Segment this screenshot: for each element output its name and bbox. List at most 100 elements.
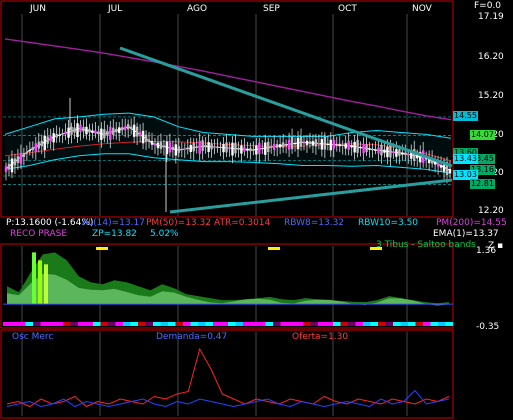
candle-body (159, 141, 163, 149)
candle-body (123, 126, 127, 131)
candle-body (82, 126, 85, 132)
candle-body (308, 141, 312, 144)
signal-strip (70, 322, 78, 326)
signal-strip (438, 322, 446, 326)
candle-body (118, 127, 121, 133)
candle-body (207, 142, 210, 152)
candle-body (234, 142, 237, 154)
signal-strip (445, 322, 453, 326)
volume-label: Demanda=0.47 (156, 332, 228, 342)
signal-strip (355, 322, 363, 326)
candle-body (270, 146, 273, 148)
signal-strip (288, 322, 296, 326)
signal-strip (363, 322, 371, 326)
candle-body (213, 146, 216, 148)
signal-strip (115, 322, 123, 326)
signal-strip (273, 322, 281, 326)
candle-body (144, 134, 148, 142)
info-ema: EMA(1)=13.37 (433, 229, 499, 239)
candle-body (31, 147, 35, 151)
candle-body (171, 146, 175, 151)
demanda-line (6, 389, 450, 408)
price-box: 14.07 (470, 129, 495, 140)
signal-strip (400, 322, 408, 326)
candle-body (61, 133, 64, 135)
signal-strip (325, 322, 333, 326)
info-zp: ZP=13.82 (92, 229, 137, 239)
candle-body (25, 152, 29, 154)
signal-strip (168, 322, 176, 326)
signal-strip (295, 322, 303, 326)
signal-strip (378, 322, 386, 326)
candle-body (192, 142, 195, 152)
candle-body (216, 146, 219, 148)
candle-body (153, 143, 157, 146)
candle-body (177, 146, 181, 153)
oferta-line (6, 347, 450, 408)
candle-body (243, 146, 246, 152)
y-tick-label: 17.19 (478, 12, 504, 22)
signal-strip (130, 322, 138, 326)
signal-strip (153, 322, 161, 326)
oscillator-title: 3 Tibus - Saltoo bands (376, 240, 476, 250)
candle-body (246, 148, 249, 151)
signal-strip (138, 322, 146, 326)
candle-body (320, 139, 324, 150)
x-tick-label: NOV (412, 4, 432, 14)
signal-strip (370, 322, 378, 326)
candle-body (374, 149, 377, 151)
price-box: 12.81 (470, 178, 495, 189)
candle-body (433, 161, 437, 165)
candle-body (299, 137, 303, 147)
signal-strip (33, 322, 41, 326)
signal-strip (430, 322, 438, 326)
candle-body (222, 144, 225, 153)
candle-body (198, 140, 201, 154)
info-pct: 5.02% (150, 229, 179, 239)
candle-body (22, 153, 26, 158)
candle-body (275, 144, 279, 148)
signal-strip (280, 322, 288, 326)
candle-body (347, 140, 350, 150)
candle-body (442, 164, 446, 172)
info-price: P:13.1600 (-1.64%) (6, 218, 94, 228)
signal-strip (198, 322, 206, 326)
candle-body (7, 163, 11, 170)
candle-body (4, 166, 8, 172)
signal-strip (190, 322, 198, 326)
signal-strip (213, 322, 221, 326)
candle-body (219, 146, 222, 148)
signal-strip (205, 322, 213, 326)
candle-body (287, 139, 291, 150)
candle-body (317, 142, 321, 145)
candle-body (332, 139, 335, 149)
signal-strip (243, 322, 251, 326)
volume-label: Oferta=1.30 (292, 332, 349, 342)
candle-body (392, 151, 395, 154)
candle-body (350, 145, 353, 148)
candle-body (34, 143, 37, 152)
signal-strip (55, 322, 63, 326)
candle-body (85, 126, 88, 135)
candle-body (37, 141, 40, 149)
candle-body (79, 124, 82, 132)
info-atr: ATR=0.3014 (214, 218, 271, 228)
signal-strip (175, 322, 183, 326)
candle-body (281, 142, 285, 148)
signal-strip (348, 322, 356, 326)
signal-strip (310, 322, 318, 326)
info-pm50: PM(50)=13.32 (146, 218, 211, 228)
oscillator-bar (38, 260, 42, 305)
signal-strip (250, 322, 258, 326)
candle-body (380, 144, 383, 156)
candle-body (106, 131, 109, 136)
signal-strip (183, 322, 191, 326)
signal-strip (340, 322, 348, 326)
signal-strip (318, 322, 326, 326)
signal-strip (385, 322, 393, 326)
signal-strip (145, 322, 153, 326)
candle-body (293, 143, 297, 145)
candle-body (138, 132, 142, 137)
signal-strip (40, 322, 48, 326)
info-al: AL(14)=13.17 (82, 218, 145, 228)
